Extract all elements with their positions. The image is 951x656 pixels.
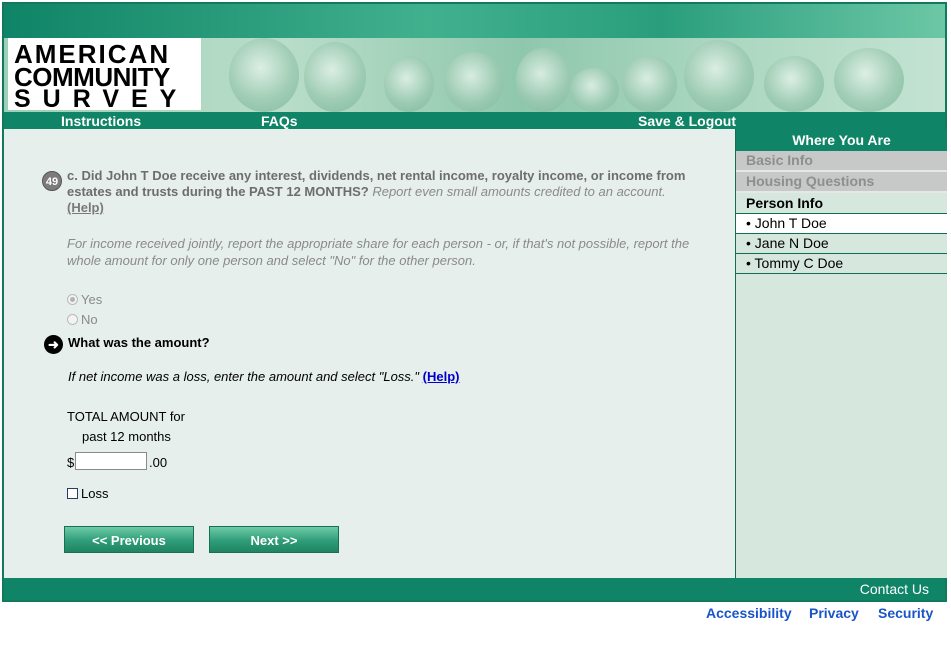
next-button[interactable]: Next >> [209,526,339,553]
total-amount-label: TOTAL AMOUNT for [67,409,185,424]
question-help-link[interactable]: (Help) [67,200,104,215]
banner-face [229,38,299,112]
banner-face [569,68,619,112]
currency-symbol: $ [67,455,75,470]
option-no-label: No [81,312,98,327]
nav-faqs-link[interactable]: FAQs [261,113,298,129]
loss-checkbox[interactable] [67,488,78,499]
arrow-right-icon: ➜ [44,335,63,354]
banner-face [622,56,677,112]
option-no[interactable]: No [67,312,98,327]
loss-note-text: If net income was a loss, enter the amou… [68,369,420,384]
sidebar-heading: Where You Are [736,129,947,151]
page-frame: AMERICAN COMMUNITY SURVEY Instructions F… [2,2,947,602]
loss-option[interactable]: Loss [67,486,108,501]
question-instruction: Report even small amounts credited to an… [372,184,666,199]
loss-label: Loss [81,486,109,501]
nav-instructions-link[interactable]: Instructions [61,113,141,129]
banner-face [384,56,434,112]
question-panel: 49 c. Did John T Doe receive any interes… [4,129,735,578]
nav-save-logout-link[interactable]: Save & Logout [638,113,736,129]
amount-input[interactable] [75,452,147,470]
banner-face [764,56,824,112]
banner-face [444,52,504,112]
contact-us-link[interactable]: Contact Us [860,581,929,597]
sidebar-item-basic-info: Basic Info [736,151,947,172]
american-community-survey-logo: AMERICAN COMMUNITY SURVEY [8,38,201,113]
top-nav: Instructions FAQs Save & Logout [4,112,945,129]
previous-button[interactable]: << Previous [64,526,194,553]
amount-question: What was the amount? [68,335,210,350]
footer-bar: Contact Us [4,578,945,600]
cents-suffix: .00 [149,455,168,470]
question-text: c. Did John T Doe receive any interest, … [67,168,687,216]
banner-face [516,48,571,112]
accessibility-link[interactable]: Accessibility [706,605,792,621]
top-gradient-bar [4,4,945,38]
total-amount-sublabel: past 12 months [82,429,171,444]
radio-yes[interactable] [67,294,78,305]
sidebar-item-housing-questions: Housing Questions [736,172,947,193]
security-link[interactable]: Security [878,605,933,621]
logo-line-3: SURVEY [14,85,189,113]
option-yes[interactable]: Yes [67,292,102,307]
banner-face [684,40,754,112]
banner-face [834,48,904,112]
loss-note: If net income was a loss, enter the amou… [68,369,460,384]
banner-face [304,42,366,112]
joint-income-note: For income received jointly, report the … [67,236,690,268]
privacy-link[interactable]: Privacy [809,605,859,621]
sidebar-person-john[interactable]: • John T Doe [736,213,947,233]
option-yes-label: Yes [81,292,103,307]
radio-no[interactable] [67,314,78,325]
sidebar-person-jane[interactable]: • Jane N Doe [736,233,947,253]
question-number-badge: 49 [42,171,62,191]
sidebar-person-tommy[interactable]: • Tommy C Doe [736,253,947,274]
where-you-are-sidebar: Where You Are Basic Info Housing Questio… [735,129,947,578]
sidebar-section-person-info: Person Info [746,195,824,211]
amount-help-link[interactable]: (Help) [423,369,460,384]
